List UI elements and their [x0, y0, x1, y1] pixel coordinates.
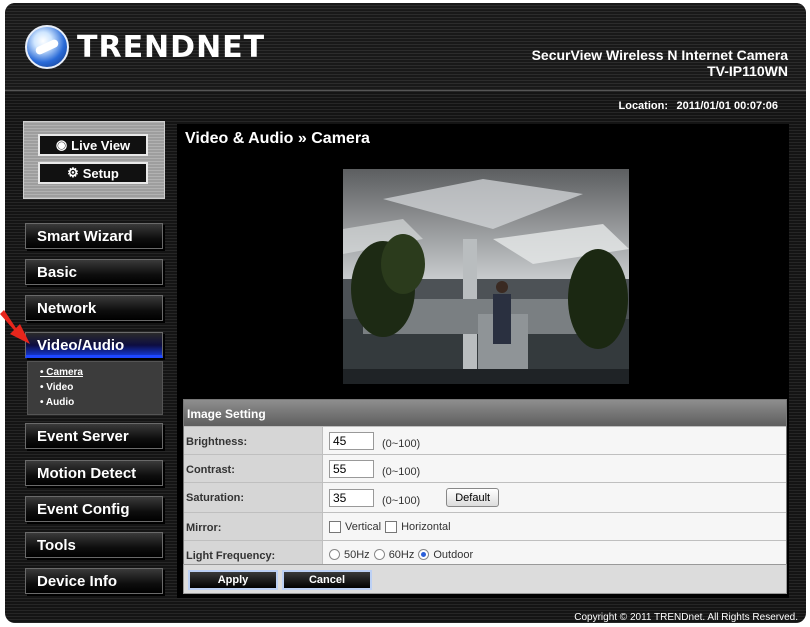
mirror-row: Mirror: Vertical Horizontal	[184, 512, 786, 540]
product-line-1: SecurView Wireless N Internet Camera	[531, 47, 788, 63]
menu-motion-detect[interactable]: Motion Detect	[25, 460, 163, 486]
camera-live-image	[343, 169, 629, 384]
trendnet-logo-icon	[25, 25, 69, 69]
freq-60hz-label: 60Hz	[388, 548, 415, 561]
contrast-label: Contrast:	[184, 455, 323, 482]
freq-50hz-option[interactable]: 50Hz	[329, 549, 370, 561]
freq-outdoor-label: Outdoor	[433, 548, 474, 561]
menu-network[interactable]: Network	[25, 295, 163, 321]
mirror-vertical-option[interactable]: Vertical	[329, 520, 382, 533]
submenu-video[interactable]: • Video	[28, 380, 162, 395]
location-timestamp: 2011/01/01 00:07:06	[676, 100, 778, 112]
brightness-range: (0~100)	[382, 437, 421, 450]
location-bar: Location: 2011/01/01 00:07:06	[5, 95, 806, 117]
setup-button[interactable]: ⚙ Setup	[38, 162, 148, 184]
freq-50hz-radio[interactable]	[329, 549, 340, 560]
office-scene-image	[343, 169, 629, 384]
video-audio-submenu: • Camera • Video • Audio	[27, 361, 163, 415]
sidebar: ◉ Live View ⚙ Setup Smart Wizard Basic N…	[23, 121, 165, 599]
contrast-input[interactable]	[329, 459, 374, 478]
location-label: Location:	[618, 100, 669, 112]
image-setting-table: Image Setting Brightness: (0~100) Contra…	[183, 399, 787, 569]
brightness-label: Brightness:	[184, 427, 323, 454]
saturation-input[interactable]	[329, 488, 374, 507]
gear-icon: ⚙	[67, 165, 79, 180]
saturation-row: Saturation: (0~100) Default	[184, 482, 786, 512]
apply-button[interactable]: Apply	[188, 570, 278, 590]
eye-icon: ◉	[55, 137, 68, 152]
product-name: SecurView Wireless N Internet Camera TV-…	[532, 47, 788, 79]
mirror-horizontal-label: Horizontal	[401, 520, 451, 533]
main-panel: Video & Audio » Camera Image Setting Bri…	[177, 124, 789, 598]
mirror-vertical-checkbox[interactable]	[329, 520, 341, 533]
freq-60hz-option[interactable]: 60Hz	[373, 548, 415, 561]
header-bar: TRENDNET SecurView Wireless N Internet C…	[5, 3, 806, 91]
brightness-input[interactable]	[329, 431, 374, 450]
red-pointer-arrow-icon	[0, 310, 30, 344]
contrast-row: Contrast: (0~100)	[184, 454, 786, 482]
saturation-range: (0~100)	[382, 494, 421, 507]
menu-event-config[interactable]: Event Config	[25, 496, 163, 522]
menu-device-info[interactable]: Device Info	[25, 568, 163, 594]
live-view-label: Live View	[71, 137, 131, 153]
app-frame: TRENDNET SecurView Wireless N Internet C…	[5, 3, 806, 623]
mirror-horizontal-option[interactable]: Horizontal	[385, 520, 451, 533]
cancel-button[interactable]: Cancel	[282, 570, 372, 590]
mirror-label: Mirror:	[184, 513, 323, 540]
contrast-range: (0~100)	[382, 465, 421, 478]
freq-50hz-label: 50Hz	[344, 548, 370, 561]
copyright-text: Copyright © 2011 TRENDnet. All Rights Re…	[574, 612, 798, 623]
menu-video-audio[interactable]: Video/Audio	[25, 332, 163, 358]
live-view-button[interactable]: ◉ Live View	[38, 134, 148, 156]
page-title: Video & Audio » Camera	[185, 130, 370, 147]
saturation-label: Saturation:	[184, 483, 323, 512]
mirror-horizontal-checkbox[interactable]	[385, 520, 398, 533]
mirror-vertical-label: Vertical	[345, 520, 382, 533]
menu-event-server[interactable]: Event Server	[25, 423, 163, 449]
trendnet-logo: TRENDNET	[25, 25, 265, 69]
action-bar: Apply Cancel	[183, 564, 787, 594]
product-model: TV-IP110WN	[707, 63, 788, 79]
default-button[interactable]: Default	[446, 488, 500, 507]
menu-tools[interactable]: Tools	[25, 532, 163, 558]
image-setting-heading: Image Setting	[184, 400, 786, 426]
freq-outdoor-option[interactable]: Outdoor	[418, 549, 473, 561]
submenu-camera[interactable]: • Camera	[28, 365, 162, 380]
freq-outdoor-radio[interactable]	[418, 549, 430, 560]
freq-60hz-radio[interactable]	[373, 549, 385, 560]
view-switch-panel: ◉ Live View ⚙ Setup	[23, 121, 165, 199]
submenu-audio[interactable]: • Audio	[28, 395, 162, 410]
menu-smart-wizard[interactable]: Smart Wizard	[25, 223, 163, 249]
setup-label: Setup	[82, 165, 119, 181]
menu-basic[interactable]: Basic	[25, 259, 163, 285]
brightness-row: Brightness: (0~100)	[184, 426, 786, 454]
brand-name: TRENDNET	[77, 29, 266, 65]
